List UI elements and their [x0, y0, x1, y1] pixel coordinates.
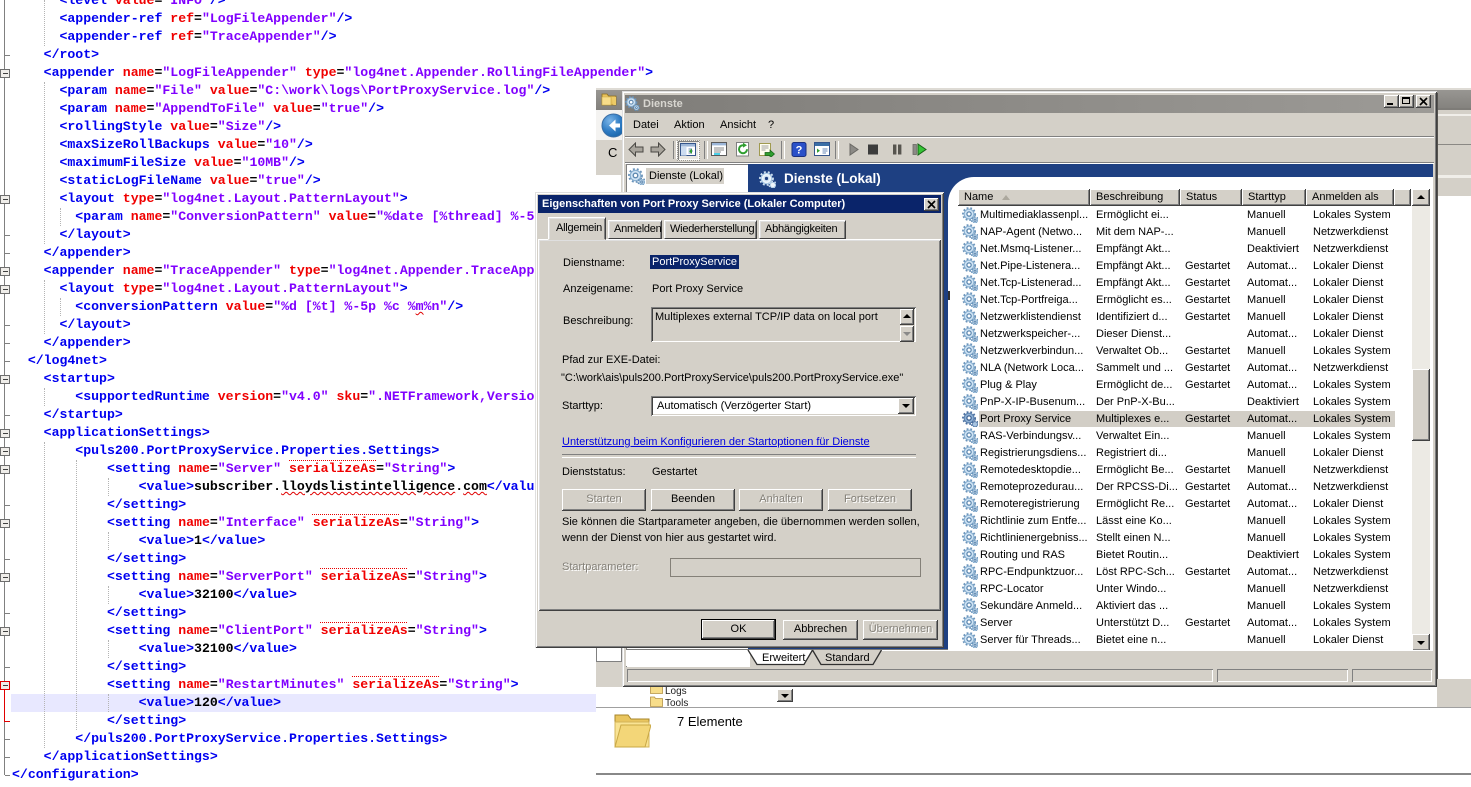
svg-text:?: ?: [796, 145, 803, 157]
